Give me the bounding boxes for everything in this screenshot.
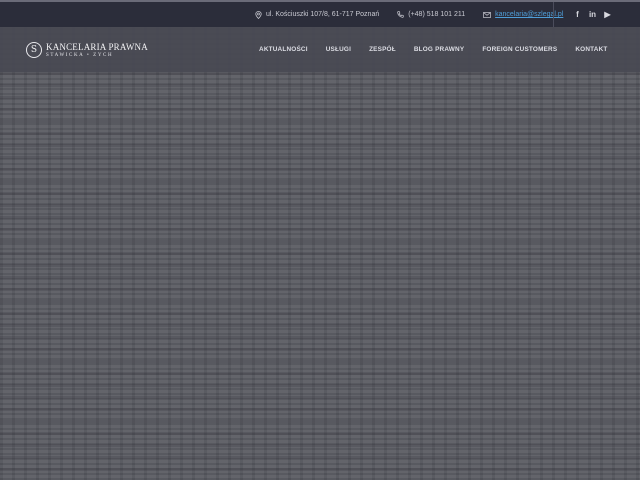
menu-item-blog-prawny[interactable]: BLOG PRAWNY <box>414 46 465 53</box>
menu-item-zespol[interactable]: ZESPÓŁ <box>369 46 396 53</box>
social-links: f in ▶ <box>570 2 615 27</box>
location-pin-icon <box>255 10 262 19</box>
logo-words: KANCELARIA PRAWNA STAWICKA • ZYCH <box>46 41 148 58</box>
topbar-divider <box>553 2 554 27</box>
main-menu: AKTUALNOŚCI USŁUGI ZESPÓŁ BLOG PRAWNY FO… <box>259 27 608 72</box>
phone-icon <box>397 11 404 18</box>
logo-mark-icon: S <box>26 42 42 58</box>
logo-subtitle: STAWICKA • ZYCH <box>46 52 114 58</box>
phone-text[interactable]: (+48) 518 101 211 <box>408 11 465 18</box>
contact-info: ul. Kościuszki 107/8, 61-717 Poznań (+48… <box>255 2 581 27</box>
menu-item-uslugi[interactable]: USŁUGI <box>326 46 351 53</box>
top-contact-bar: ul. Kościuszki 107/8, 61-717 Poznań (+48… <box>0 0 640 27</box>
linkedin-icon[interactable]: in <box>585 10 600 19</box>
hero-blurred-text-pattern <box>0 72 640 480</box>
youtube-icon[interactable]: ▶ <box>600 10 615 19</box>
main-navbar: S KANCELARIA PRAWNA STAWICKA • ZYCH AKTU… <box>0 27 640 72</box>
facebook-icon[interactable]: f <box>570 10 585 19</box>
menu-item-kontakt[interactable]: KONTAKT <box>575 46 607 53</box>
menu-item-foreign-customers[interactable]: FOREIGN CUSTOMERS <box>482 46 557 53</box>
logo-title: KANCELARIA PRAWNA <box>46 41 148 52</box>
envelope-icon <box>483 11 491 18</box>
site-logo[interactable]: S KANCELARIA PRAWNA STAWICKA • ZYCH <box>26 41 148 59</box>
menu-item-aktualnosci[interactable]: AKTUALNOŚCI <box>259 46 308 53</box>
address-item: ul. Kościuszki 107/8, 61-717 Poznań <box>255 10 380 19</box>
address-text: ul. Kościuszki 107/8, 61-717 Poznań <box>266 11 380 18</box>
phone-item[interactable]: (+48) 518 101 211 <box>397 11 465 18</box>
email-item[interactable]: kancelaria@szlegal.pl <box>483 11 563 18</box>
